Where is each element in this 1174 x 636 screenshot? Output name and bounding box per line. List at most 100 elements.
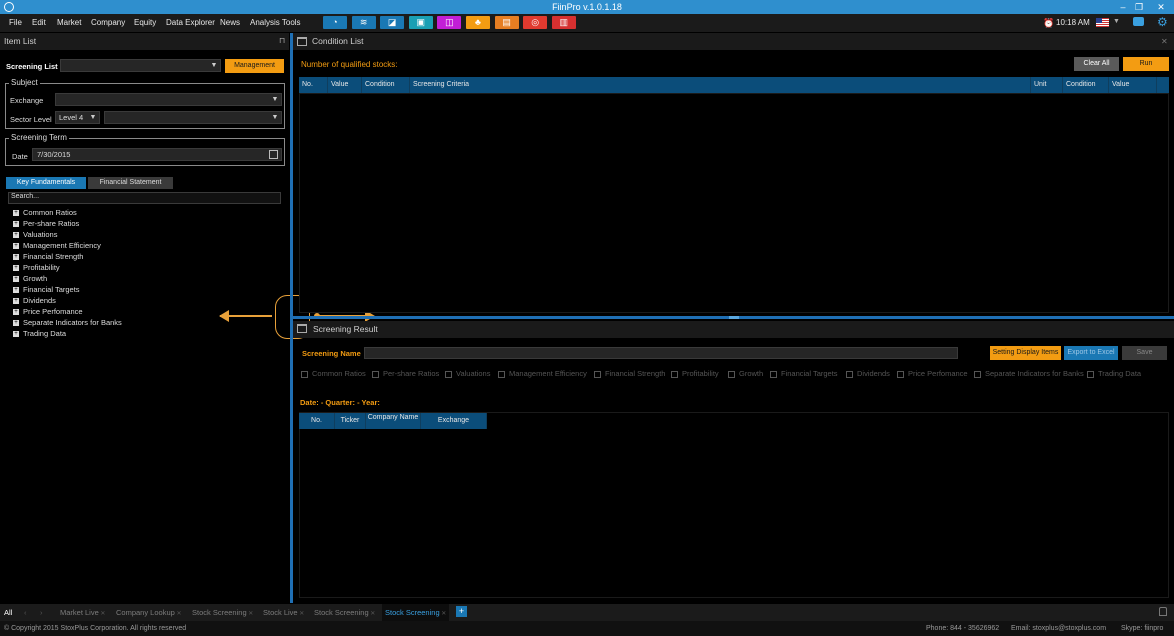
- display-item-checkbox[interactable]: Management Efficiency: [498, 369, 587, 379]
- display-item-checkbox[interactable]: Per-share Ratios: [372, 369, 439, 379]
- checkbox-icon[interactable]: [1087, 370, 1094, 378]
- date-input[interactable]: 7/30/2015: [32, 148, 282, 161]
- bottom-tab[interactable]: Stock Screening ✕: [382, 604, 450, 621]
- menu-edit[interactable]: Edit: [32, 14, 46, 32]
- display-item-checkbox[interactable]: Price Perfomance: [897, 369, 968, 379]
- checkbox-icon[interactable]: [728, 370, 735, 378]
- bottom-tab[interactable]: Company Lookup ✕: [116, 604, 182, 621]
- checkbox-icon[interactable]: [498, 370, 505, 378]
- display-item-checkbox[interactable]: Financial Targets: [770, 369, 838, 379]
- expand-icon[interactable]: +: [13, 254, 19, 261]
- display-item-checkbox[interactable]: Valuations: [445, 369, 490, 379]
- tree-item[interactable]: + Valuations: [13, 229, 57, 240]
- search-input[interactable]: Search...: [8, 192, 281, 204]
- expand-icon[interactable]: +: [13, 309, 19, 316]
- screen-icon[interactable]: ▣: [408, 16, 433, 29]
- close-button[interactable]: ✕: [1150, 0, 1172, 14]
- bar-chart-icon[interactable]: ▥: [551, 16, 576, 29]
- tree-item[interactable]: + Growth: [13, 273, 47, 284]
- tree-item[interactable]: + Financial Strength: [13, 251, 83, 262]
- column-header[interactable]: Value: [1109, 77, 1157, 93]
- chart-icon[interactable]: ◪: [380, 16, 405, 29]
- target-icon[interactable]: ◎: [523, 16, 548, 29]
- display-item-checkbox[interactable]: Dividends: [846, 369, 890, 379]
- close-tab-icon[interactable]: ✕: [175, 611, 181, 617]
- screening-name-input[interactable]: [364, 347, 958, 359]
- management-button[interactable]: Management: [225, 59, 284, 73]
- tree-item[interactable]: + Profitability: [13, 262, 60, 273]
- column-header[interactable]: No.: [299, 77, 328, 93]
- expand-icon[interactable]: +: [13, 243, 19, 250]
- display-item-checkbox[interactable]: Separate Indicators for Banks: [974, 369, 1084, 379]
- dashboard-icon[interactable]: ◔: [323, 16, 347, 29]
- minimize-button[interactable]: –: [1116, 0, 1130, 14]
- market-icon[interactable]: ≋: [351, 16, 376, 29]
- column-header[interactable]: Condition: [362, 77, 410, 93]
- lock-icon[interactable]: [1159, 607, 1167, 616]
- column-header[interactable]: Condition: [1063, 77, 1109, 93]
- flag-us-icon[interactable]: [1096, 18, 1109, 27]
- chat-icon[interactable]: [1133, 17, 1144, 26]
- checkbox-icon[interactable]: [770, 370, 777, 378]
- checkbox-icon[interactable]: [974, 370, 981, 378]
- column-header[interactable]: Value: [328, 77, 362, 93]
- column-header[interactable]: Unit: [1031, 77, 1063, 93]
- tree-item[interactable]: + Dividends: [13, 295, 56, 306]
- display-item-checkbox[interactable]: Profitability: [671, 369, 719, 379]
- column-header[interactable]: Exchange: [421, 413, 487, 429]
- column-header[interactable]: No.: [299, 413, 335, 429]
- menu-data-explorer[interactable]: Data Explorer: [166, 14, 215, 32]
- column-header[interactable]: Company Name: [366, 413, 421, 429]
- checkbox-icon[interactable]: [594, 370, 601, 378]
- condition-table-body[interactable]: [299, 93, 1169, 313]
- menu-news[interactable]: News: [220, 14, 240, 32]
- menu-equity[interactable]: Equity: [134, 14, 156, 32]
- tab-all[interactable]: All: [4, 604, 12, 621]
- expand-icon[interactable]: +: [13, 221, 19, 228]
- expand-icon[interactable]: +: [13, 331, 19, 338]
- checkbox-icon[interactable]: [301, 370, 308, 378]
- tree-item[interactable]: + Management Efficiency: [13, 240, 101, 251]
- menu-company[interactable]: Company: [91, 14, 125, 32]
- close-tab-icon[interactable]: ✕: [247, 611, 253, 617]
- tree-item[interactable]: + Financial Targets: [13, 284, 80, 295]
- alarm-icon[interactable]: ⏰: [1043, 18, 1054, 29]
- display-item-checkbox[interactable]: Financial Strength: [594, 369, 665, 379]
- clear-all-button[interactable]: Clear All: [1074, 57, 1119, 71]
- sector-level-select[interactable]: Level 4 ▼: [55, 111, 100, 124]
- tree-item[interactable]: + Common Ratios: [13, 207, 77, 218]
- tab-key-fundamentals[interactable]: Key Fundamentals: [6, 177, 86, 189]
- menu-file[interactable]: File: [9, 14, 22, 32]
- expand-icon[interactable]: +: [13, 232, 19, 239]
- result-table-body[interactable]: [299, 412, 1169, 598]
- expand-icon[interactable]: +: [13, 210, 19, 217]
- tree-item[interactable]: + Price Perfomance: [13, 306, 83, 317]
- splitter-grip[interactable]: [729, 316, 739, 319]
- tab-financial-statement[interactable]: Financial Statement: [88, 177, 173, 189]
- tab-prev-icon[interactable]: ‹: [24, 604, 27, 621]
- display-item-checkbox[interactable]: Common Ratios: [301, 369, 366, 379]
- presentation-icon[interactable]: ▤: [494, 16, 519, 29]
- exchange-select[interactable]: ▼: [55, 93, 282, 106]
- display-item-checkbox[interactable]: Growth: [728, 369, 763, 379]
- close-tab-icon[interactable]: ✕: [298, 611, 304, 617]
- restore-button[interactable]: ❐: [1132, 0, 1146, 14]
- sector-select[interactable]: ▼: [104, 111, 282, 124]
- expand-icon[interactable]: +: [13, 276, 19, 283]
- expand-icon[interactable]: +: [13, 287, 19, 294]
- checkbox-icon[interactable]: [846, 370, 853, 378]
- screening-list-select[interactable]: ▼: [60, 59, 221, 72]
- expand-icon[interactable]: +: [13, 265, 19, 272]
- calendar-icon[interactable]: [269, 150, 278, 159]
- checkbox-icon[interactable]: [897, 370, 904, 378]
- tree-item[interactable]: + Trading Data: [13, 328, 66, 339]
- expand-icon[interactable]: +: [13, 320, 19, 327]
- column-header[interactable]: Ticker: [335, 413, 366, 429]
- menu-market[interactable]: Market: [57, 14, 81, 32]
- bottom-tab[interactable]: Stock Screening ✕: [192, 604, 253, 621]
- settings-icon[interactable]: ⚙: [1157, 15, 1168, 29]
- panel-close-icon[interactable]: ✕: [1161, 37, 1168, 46]
- menu-analysis-tools[interactable]: Analysis Tools: [250, 14, 301, 32]
- column-header[interactable]: Screening Criteria: [410, 77, 1031, 93]
- add-tab-icon[interactable]: +: [456, 606, 467, 617]
